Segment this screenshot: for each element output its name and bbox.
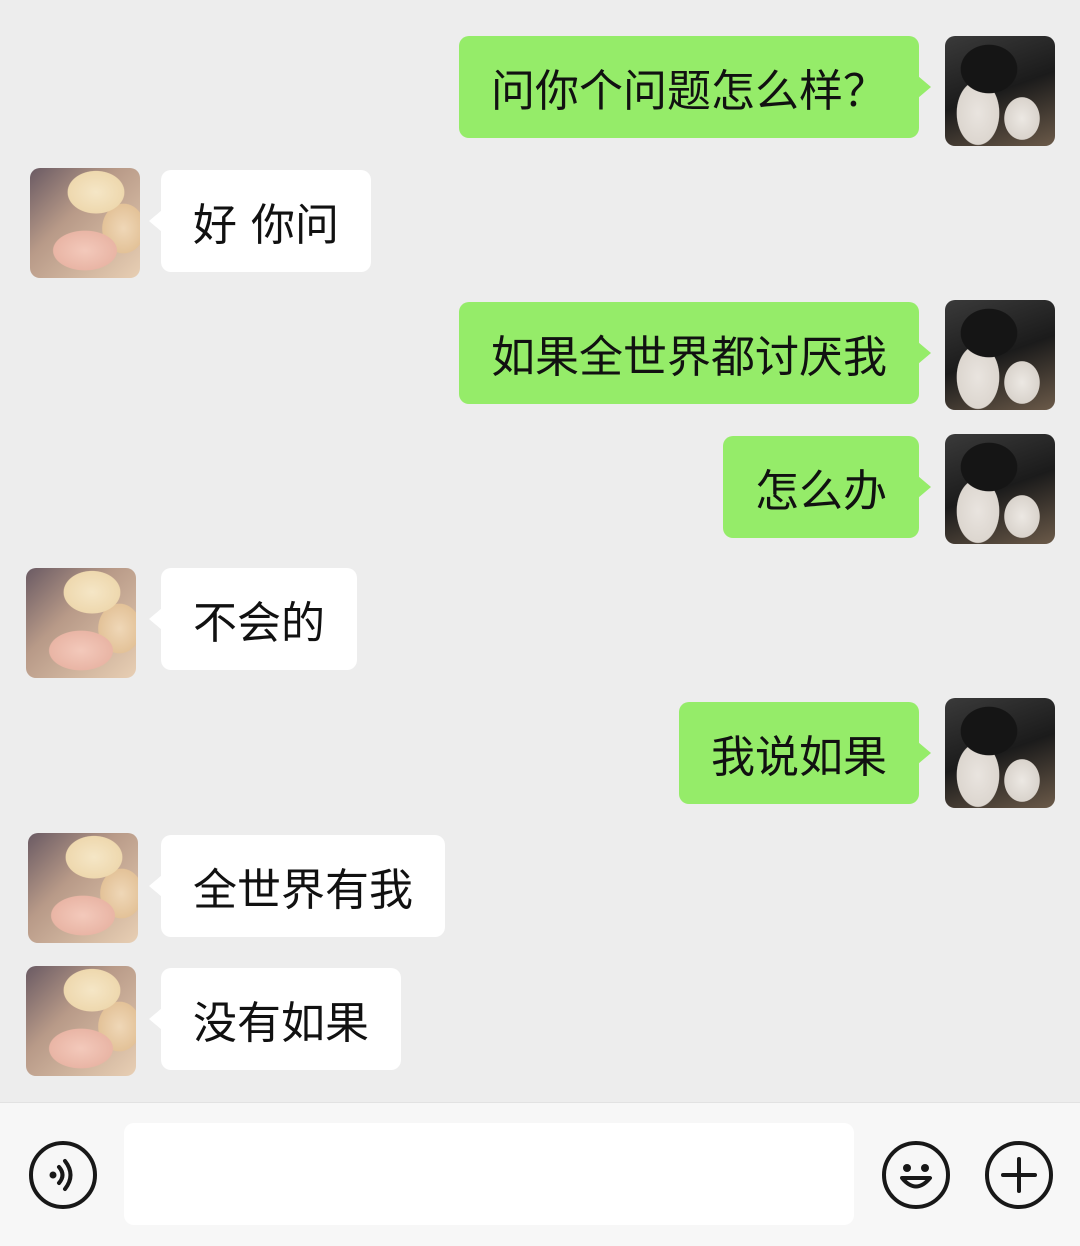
contact-avatar[interactable] bbox=[26, 966, 136, 1076]
message-bubble-other[interactable]: 好 你问 bbox=[149, 170, 371, 272]
contact-avatar[interactable] bbox=[26, 568, 136, 678]
chat-message-list[interactable]: 问你个问题怎么样？ 好 你问 如果全世界都讨厌我 怎么办 不会的 我说如果 全世… bbox=[0, 0, 1080, 1100]
message-row-other: 没有如果 bbox=[0, 966, 1080, 1076]
message-row-self: 怎么办 bbox=[0, 434, 1080, 544]
message-row-self: 问你个问题怎么样？ bbox=[0, 36, 1080, 148]
contact-avatar[interactable] bbox=[30, 168, 140, 278]
more-button[interactable] bbox=[985, 1141, 1053, 1209]
message-row-other: 好 你问 bbox=[0, 168, 1080, 278]
emoji-button[interactable] bbox=[882, 1141, 950, 1209]
self-avatar[interactable] bbox=[945, 300, 1055, 410]
voice-icon bbox=[33, 1145, 93, 1205]
self-avatar[interactable] bbox=[945, 698, 1055, 808]
message-row-self: 我说如果 bbox=[0, 698, 1080, 808]
emoji-icon bbox=[886, 1145, 946, 1205]
message-bubble-other[interactable]: 没有如果 bbox=[149, 968, 401, 1070]
message-bubble-other[interactable]: 全世界有我 bbox=[149, 835, 445, 937]
message-input[interactable] bbox=[124, 1123, 854, 1225]
voice-button[interactable] bbox=[29, 1141, 97, 1209]
self-avatar[interactable] bbox=[945, 36, 1055, 146]
input-bar bbox=[0, 1102, 1080, 1246]
message-row-other: 不会的 bbox=[0, 568, 1080, 678]
plus-icon bbox=[989, 1145, 1049, 1205]
contact-avatar[interactable] bbox=[28, 833, 138, 943]
self-avatar[interactable] bbox=[945, 434, 1055, 544]
message-bubble-self[interactable]: 怎么办 bbox=[723, 436, 931, 538]
message-bubble-self[interactable]: 如果全世界都讨厌我 bbox=[459, 302, 931, 404]
message-row-self: 如果全世界都讨厌我 bbox=[0, 300, 1080, 410]
message-bubble-self[interactable]: 我说如果 bbox=[679, 702, 931, 804]
message-bubble-self[interactable]: 问你个问题怎么样？ bbox=[459, 36, 931, 138]
message-row-other: 全世界有我 bbox=[0, 833, 1080, 943]
message-bubble-other[interactable]: 不会的 bbox=[149, 568, 357, 670]
